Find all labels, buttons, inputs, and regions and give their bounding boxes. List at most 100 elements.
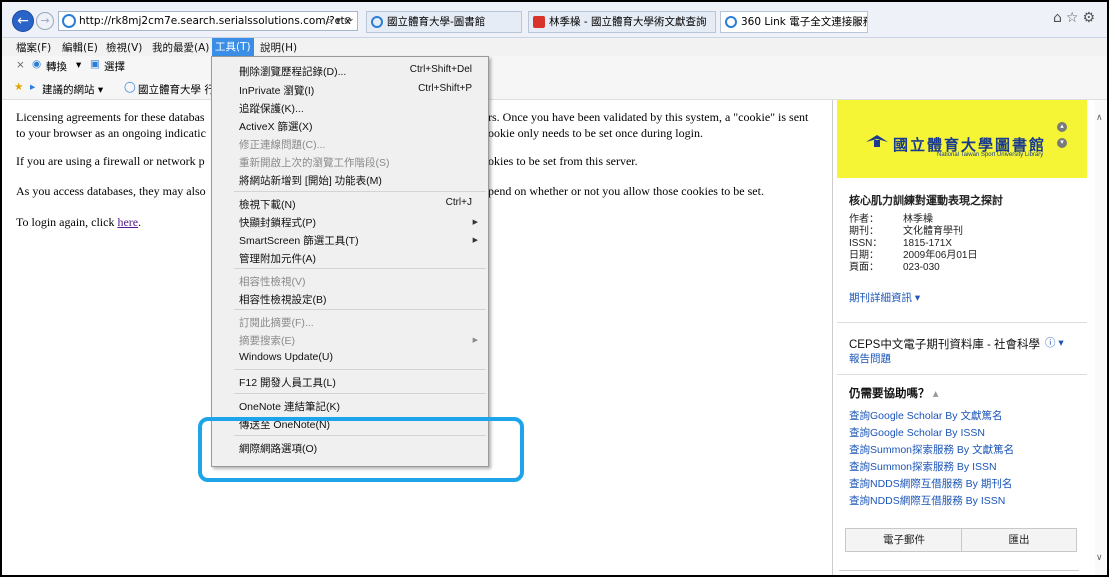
menu-item-manage-addons[interactable]: 管理附加元件(A) bbox=[239, 251, 316, 266]
select-button[interactable]: 選擇 bbox=[104, 59, 125, 74]
menu-separator bbox=[234, 393, 486, 394]
divider bbox=[837, 322, 1087, 323]
ie-icon: ◯ bbox=[124, 81, 136, 93]
sidebar-scrollbar[interactable]: ∧ ∨ bbox=[1095, 100, 1106, 575]
text-line: Licensing agreements for these databas bbox=[16, 110, 205, 124]
text-line: okies to be set from this server. bbox=[488, 154, 638, 168]
convert-icon: ◉ bbox=[32, 58, 42, 70]
report-problem-link[interactable]: 報告問題 bbox=[849, 351, 891, 366]
text-line: pend on whether or not you allow those c… bbox=[488, 184, 764, 198]
menu-item-fix-connection: 修正連線問題(C)... bbox=[239, 137, 325, 152]
browser-window: ← → http://rk8mj2cm7e.search.serialssolu… bbox=[0, 0, 1109, 577]
tab-ntsu-library[interactable]: 國立體育大學-圖書館 bbox=[366, 11, 522, 33]
text-line: rs. Once you have been validated by this… bbox=[488, 110, 809, 124]
home-favorites-settings-icons[interactable]: ⌂☆⚙ bbox=[1053, 10, 1099, 26]
menu-item-smartscreen[interactable]: SmartScreen 篩選工具(T) bbox=[239, 233, 359, 248]
email-button[interactable]: 電子郵件 bbox=[845, 528, 963, 552]
convert-button[interactable]: 轉換 bbox=[46, 59, 67, 74]
site-icon bbox=[533, 16, 545, 28]
text-line: ookie only needs to be set once during l… bbox=[488, 126, 703, 140]
menu-item-windows-update[interactable]: Windows Update(U) bbox=[239, 351, 333, 363]
back-arrow-icon[interactable]: ← bbox=[12, 10, 34, 32]
forward-arrow-icon[interactable]: → bbox=[36, 12, 54, 30]
ie-icon bbox=[62, 14, 76, 28]
login-here-link[interactable]: here bbox=[117, 215, 138, 229]
database-name: CEPS中文電子期刊資料庫 - 社會科學 bbox=[849, 339, 1041, 351]
close-icon[interactable]: × bbox=[16, 59, 25, 71]
menu-file[interactable]: 檔案(F) bbox=[16, 40, 51, 55]
submenu-arrow-icon: ▶ bbox=[472, 219, 478, 226]
menu-item-label: 修正連線問題(C)... bbox=[239, 139, 326, 151]
menu-item-label: 重新開啟上次的瀏覽工作階段(S) bbox=[239, 157, 390, 169]
menu-item-activex-filtering[interactable]: ActiveX 篩選(X) bbox=[239, 119, 313, 134]
favorites-star-icon[interactable]: ★ bbox=[14, 81, 23, 93]
help-link[interactable]: 查詢Google Scholar By ISSN bbox=[849, 425, 985, 440]
menu-item-label: Windows Update(U) bbox=[239, 351, 333, 363]
help-link[interactable]: 查詢Summon探索服務 By ISSN bbox=[849, 459, 997, 474]
ie-icon bbox=[725, 16, 737, 28]
close-tab-icon[interactable]: × bbox=[852, 12, 861, 32]
menu-view[interactable]: 檢視(V) bbox=[106, 40, 142, 55]
menu-item-popup-blocker[interactable]: 快顯封鎖程式(P) bbox=[239, 215, 316, 230]
meta-pages: 頁面： 023-030 bbox=[849, 258, 940, 273]
tab-ntsu-search[interactable]: 林季橾 - 國立體育大學術文獻查詢 bbox=[528, 11, 716, 33]
library-logo-icon bbox=[866, 135, 888, 147]
divider bbox=[839, 570, 1079, 571]
menu-item-label: 訂閱此摘要(F)... bbox=[239, 317, 314, 329]
export-button[interactable]: 匯出 bbox=[961, 528, 1077, 552]
menu-item-compatibility-view: 相容性檢視(V) bbox=[239, 274, 306, 289]
menu-item-label: 管理附加元件(A) bbox=[239, 253, 316, 265]
menu-shortcut: Ctrl+Shift+P bbox=[418, 83, 472, 94]
menu-item-label: 相容性檢視設定(B) bbox=[239, 294, 327, 306]
scroll-down-icon[interactable]: ▾ bbox=[1057, 138, 1067, 148]
menu-item-view-downloads[interactable]: 檢視下載(N) bbox=[239, 197, 296, 212]
help-link[interactable]: 查詢Summon探索服務 By 文獻篤名 bbox=[849, 442, 1014, 457]
help-link[interactable]: 查詢NDDS網際互借服務 By 期刊名 bbox=[849, 476, 1012, 491]
caret-up-icon[interactable]: ▴ bbox=[933, 388, 939, 400]
command-bar: × ◉ 轉換 ▾ ▣ 選擇 bbox=[2, 56, 1107, 76]
menu-item-f12-tools[interactable]: F12 開發人員工具(L) bbox=[239, 375, 336, 390]
menu-item-label: F12 開發人員工具(L) bbox=[239, 377, 336, 389]
tab-label: 林季橾 - 國立體育大學術文獻查詢 bbox=[549, 16, 707, 28]
menu-edit[interactable]: 編輯(E) bbox=[62, 40, 98, 55]
scroll-up-arrow-icon[interactable]: ∧ bbox=[1096, 112, 1103, 123]
menu-item-inprivate[interactable]: InPrivate 瀏覽(I) bbox=[239, 83, 314, 98]
submenu-arrow-icon: ▶ bbox=[472, 237, 478, 244]
suggested-sites-link[interactable]: 建議的網站 ▾ bbox=[42, 82, 103, 97]
favorites-bar: ★ ▸ 建議的網站 ▾ ◯ 國立體育大學 行政 bbox=[2, 76, 1107, 100]
meta-key: 頁面： bbox=[849, 262, 879, 273]
menu-favorites[interactable]: 我的最愛(A) bbox=[152, 40, 209, 55]
menu-item-label: SmartScreen 篩選工具(T) bbox=[239, 235, 359, 247]
menu-item-compatibility-settings[interactable]: 相容性檢視設定(B) bbox=[239, 292, 327, 307]
menu-tools[interactable]: 工具(T) bbox=[212, 38, 254, 56]
help-heading: 仍需要協助嗎？ ▴ bbox=[849, 385, 938, 401]
scroll-up-icon[interactable]: ▴ bbox=[1057, 122, 1067, 132]
menu-item-label: InPrivate 瀏覽(I) bbox=[239, 85, 315, 97]
submenu-arrow-icon: ▶ bbox=[472, 337, 478, 344]
select-icon: ▣ bbox=[90, 58, 100, 70]
address-controls[interactable]: ⌕ ▾ ⟳ bbox=[326, 12, 353, 30]
menu-item-tracking-protection[interactable]: 追蹤保護(K)... bbox=[239, 101, 304, 116]
menu-help[interactable]: 說明(H) bbox=[260, 40, 297, 55]
address-bar[interactable]: http://rk8mj2cm7e.search.serialssolution… bbox=[58, 11, 358, 31]
text-line: to your browser as an ongoing indicatic bbox=[16, 126, 206, 140]
article-title: 核心肌力訓練對運動表現之探討 bbox=[849, 195, 1003, 207]
scroll-down-arrow-icon[interactable]: ∨ bbox=[1096, 552, 1103, 563]
menu-item-subscribe-feed: 訂閱此摘要(F)... bbox=[239, 315, 314, 330]
suggested-sites-icon: ▸ bbox=[30, 81, 36, 93]
menu-separator bbox=[234, 309, 486, 310]
menu-item-add-to-start[interactable]: 將網站新增到 [開始] 功能表(M) bbox=[239, 173, 382, 188]
chevron-down-icon[interactable]: ▾ bbox=[76, 59, 81, 71]
menu-item-delete-history[interactable]: 刪除瀏覽歷程記錄(D)... bbox=[239, 64, 346, 79]
tab-360-link[interactable]: 360 Link 電子全文連接服務 × bbox=[720, 11, 868, 33]
address-tab-bar: ← → http://rk8mj2cm7e.search.serialssolu… bbox=[2, 2, 1107, 38]
menu-item-onenote-linked[interactable]: OneNote 連結筆記(K) bbox=[239, 399, 340, 414]
info-icon[interactable]: ⓘ ▾ bbox=[1045, 335, 1064, 350]
help-link[interactable]: 查詢Google Scholar By 文獻篤名 bbox=[849, 408, 1002, 423]
menu-item-label: 將網站新增到 [開始] 功能表(M) bbox=[239, 175, 382, 187]
journal-details-link[interactable]: 期刊詳細資訊 ▾ bbox=[849, 290, 920, 305]
help-link[interactable]: 查詢NDDS網際互借服務 By ISSN bbox=[849, 493, 1005, 508]
menu-item-label: 追蹤保護(K)... bbox=[239, 103, 304, 115]
text-line: If you are using a firewall or network p bbox=[16, 154, 205, 168]
meta-value: 023-030 bbox=[903, 262, 940, 273]
